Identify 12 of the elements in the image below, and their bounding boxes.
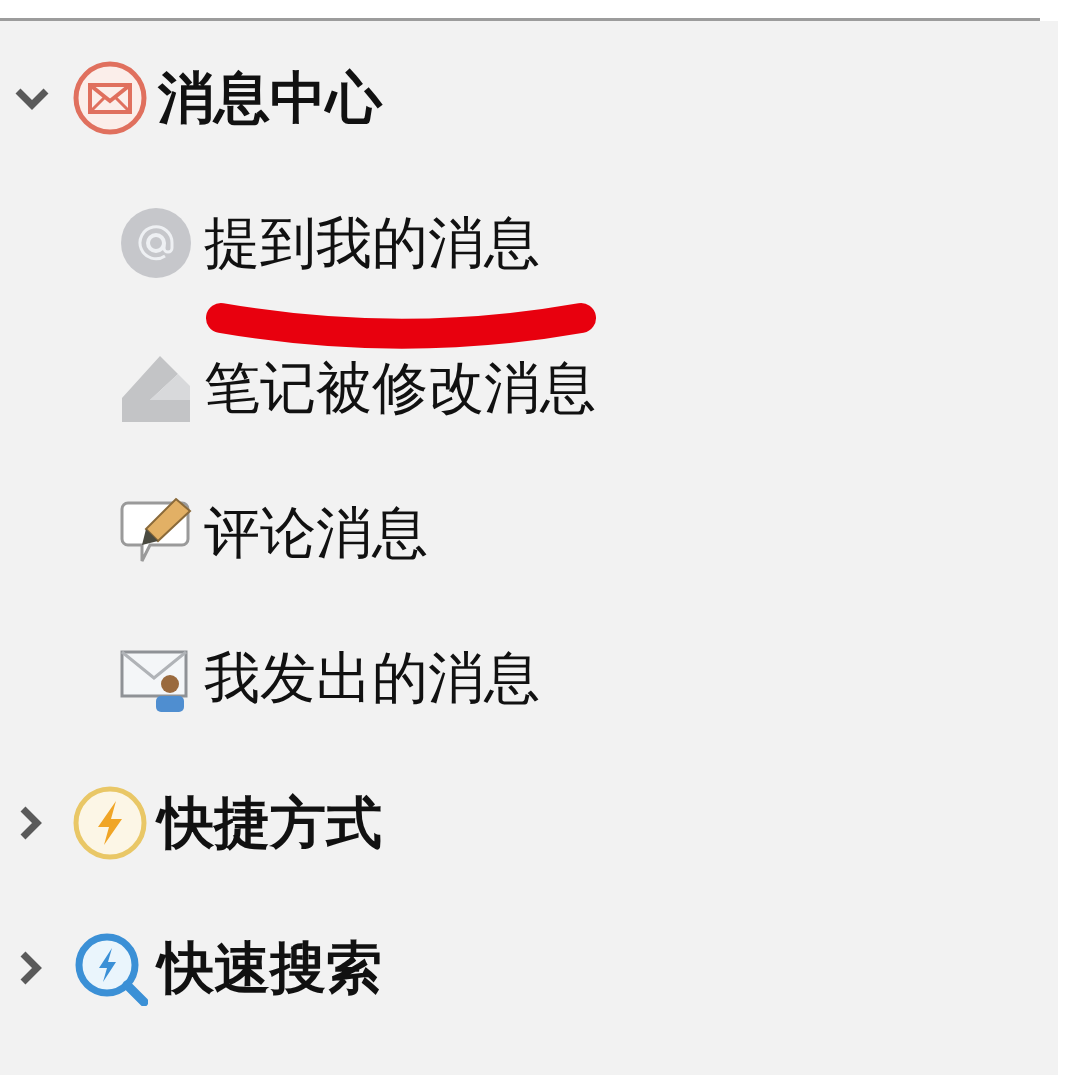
tree-item[interactable]: 快捷方式 <box>72 784 382 861</box>
tree-item[interactable]: 我发出的消息 <box>120 641 540 714</box>
chevron-right-icon[interactable] <box>18 949 42 986</box>
tree-item[interactable]: 消息中心 <box>72 59 382 136</box>
tree-item[interactable]: 快速搜索 <box>72 929 382 1006</box>
tree-item[interactable]: 提到我的消息 <box>120 206 540 279</box>
envelope-icon <box>72 59 148 136</box>
tree-item[interactable]: 评论消息 <box>120 496 428 569</box>
at-sign-icon <box>120 206 192 279</box>
lightning-icon <box>72 784 148 861</box>
chevron-right-icon[interactable] <box>18 804 42 841</box>
tree-item[interactable]: 笔记被修改消息 <box>120 351 596 424</box>
